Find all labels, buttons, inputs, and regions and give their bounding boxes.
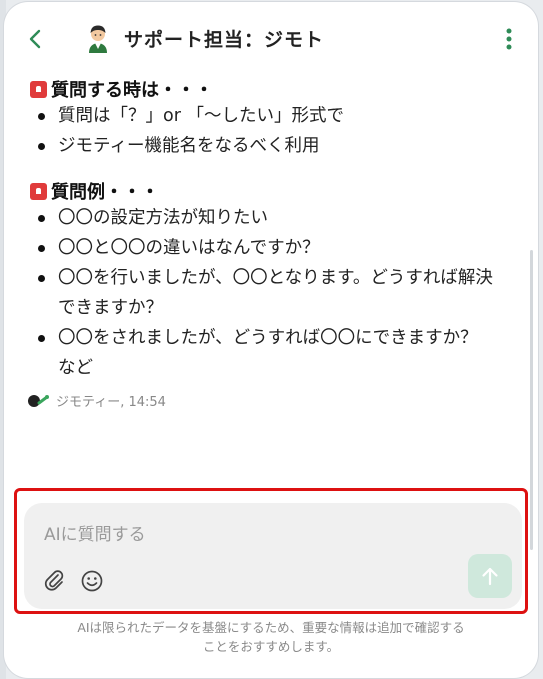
chat-title: サポート担当：ジモト — [124, 29, 325, 51]
smiley-icon — [81, 570, 103, 592]
section-heading-text: 質問する時は・・・ — [51, 80, 213, 101]
paperclip-icon — [44, 570, 64, 591]
list-item-text: 〇〇をされましたが、どうすれば〇〇にできますか？ など — [58, 328, 496, 378]
siren-icon — [30, 80, 47, 98]
message-list: 質問する時は・・・ 質問は「？」or 「〜したい」形式で ジモティー機能名をなる… — [4, 70, 538, 550]
message-meta: ジモティー, 14:54 — [26, 390, 166, 410]
bullet — [38, 215, 45, 222]
bullet — [38, 335, 45, 342]
siren-icon — [30, 182, 47, 200]
bullet — [38, 275, 45, 282]
list-item-text: 〇〇を行いましたが、〇〇となります。どうすれば解決できますか？ — [58, 268, 493, 318]
jmty-logo-icon — [28, 395, 49, 407]
support-avatar — [84, 22, 112, 54]
scrollbar[interactable] — [530, 250, 533, 550]
section-heading: 質問例・・・ — [30, 178, 159, 204]
chat-header: サポート担当：ジモト — [4, 2, 538, 70]
ai-disclaimer: AIは限られたデータを基盤にするため、重要な情報は追加で確認する ことをおすすめ… — [4, 618, 538, 656]
emoji-button[interactable] — [80, 569, 104, 593]
disclaimer-line: AIは限られたデータを基盤にするため、重要な情報は追加で確認する — [77, 620, 465, 635]
more-options-button[interactable] — [498, 26, 520, 52]
sender-time: ジモティー, 14:54 — [56, 394, 166, 410]
chevron-left-icon — [29, 29, 41, 49]
send-button[interactable] — [468, 554, 512, 598]
list-item-text: 〇〇の設定方法が知りたい — [58, 208, 268, 228]
back-button[interactable] — [24, 26, 46, 52]
arrow-up-icon — [482, 567, 498, 586]
list-item-text: 質問は「？」or 「〜したい」形式で — [58, 106, 344, 126]
section-heading: 質問する時は・・・ — [30, 76, 213, 102]
bullet — [38, 113, 45, 120]
chat-window: サポート担当：ジモト 質問する時は・・・ 質問は「？」or 「〜したい」形式で … — [4, 2, 538, 678]
list-item-text: ジモティー機能名をなるべく利用 — [58, 136, 320, 156]
disclaimer-line: ことをおすすめします。 — [202, 639, 340, 654]
bullet — [38, 245, 45, 252]
bullet — [38, 143, 45, 150]
attach-button[interactable] — [42, 569, 66, 593]
composer — [24, 503, 522, 609]
list-item-text: 〇〇と〇〇の違いはなんですか？ — [58, 238, 320, 258]
question-input[interactable] — [42, 517, 466, 553]
section-heading-text: 質問例・・・ — [51, 182, 159, 203]
kebab-menu-icon — [506, 28, 512, 50]
